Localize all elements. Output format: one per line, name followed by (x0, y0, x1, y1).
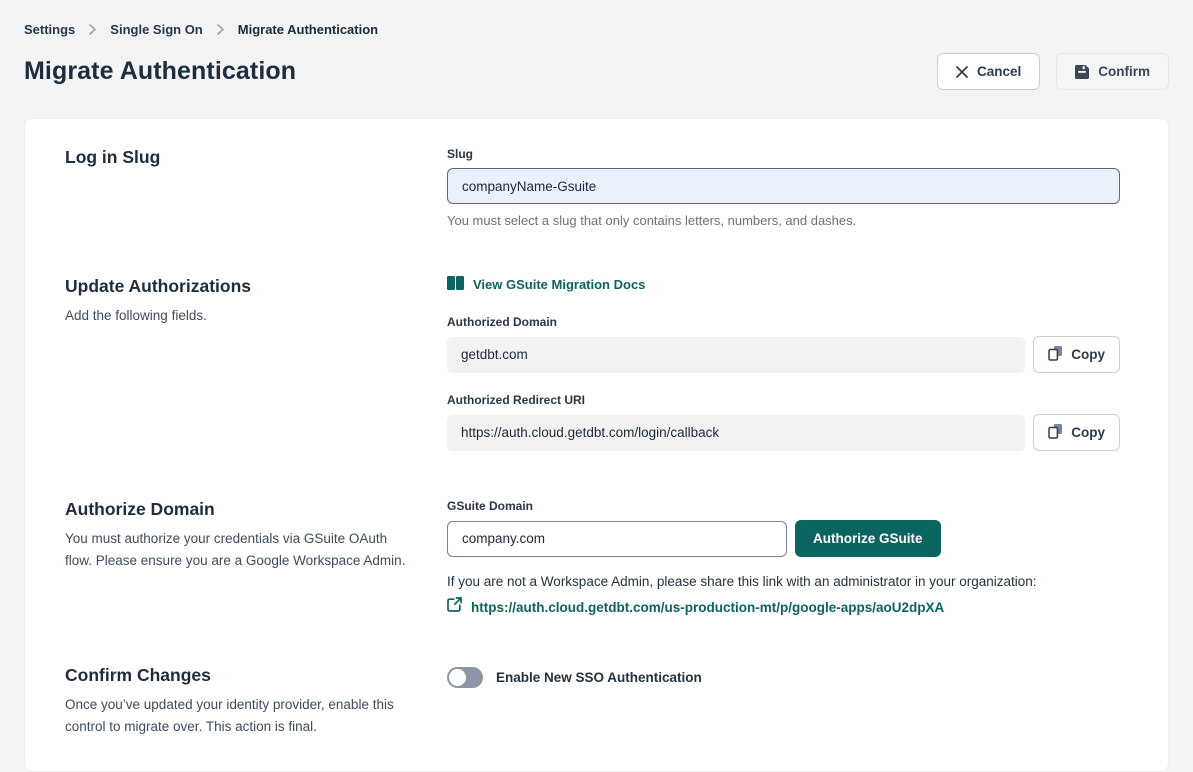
section-subtitle-authorize-domain: You must authorize your credentials via … (65, 528, 410, 571)
slug-label: Slug (447, 147, 1120, 161)
section-login-slug: Log in Slug Slug You must select a slug … (65, 147, 1120, 228)
cancel-button-label: Cancel (977, 64, 1021, 79)
save-icon (1075, 65, 1089, 79)
section-heading-confirm-changes: Confirm Changes (65, 665, 447, 686)
book-icon (447, 276, 464, 293)
breadcrumb-single-sign-on[interactable]: Single Sign On (110, 22, 202, 37)
admin-share-link[interactable]: https://auth.cloud.getdbt.com/us-product… (471, 600, 944, 615)
authorized-redirect-uri-value: https://auth.cloud.getdbt.com/login/call… (447, 415, 1025, 451)
breadcrumb-settings[interactable]: Settings (24, 22, 75, 37)
workspace-admin-note: If you are not a Workspace Admin, please… (447, 574, 1120, 589)
slug-helper-text: You must select a slug that only contain… (447, 213, 1120, 228)
settings-card: Log in Slug Slug You must select a slug … (24, 118, 1169, 772)
header-actions: Cancel Confirm (937, 53, 1169, 90)
page-header: Settings Single Sign On Migrate Authenti… (0, 0, 1193, 90)
section-authorize-domain: Authorize Domain You must authorize your… (65, 499, 1120, 617)
external-link-icon (447, 597, 462, 617)
section-heading-authorize-domain: Authorize Domain (65, 499, 447, 520)
close-icon (956, 66, 968, 78)
chevron-right-icon (217, 24, 224, 35)
breadcrumb: Settings Single Sign On Migrate Authenti… (24, 22, 1169, 37)
toggle-knob (449, 669, 466, 686)
copy-icon (1048, 345, 1063, 364)
confirm-button[interactable]: Confirm (1056, 53, 1169, 90)
copy-button-label: Copy (1071, 425, 1105, 440)
authorize-gsuite-button[interactable]: Authorize GSuite (795, 520, 941, 557)
copy-authorized-domain-button[interactable]: Copy (1033, 336, 1120, 373)
section-heading-login-slug: Log in Slug (65, 147, 447, 168)
section-subtitle-update-authorizations: Add the following fields. (65, 305, 410, 327)
copy-redirect-uri-button[interactable]: Copy (1033, 414, 1120, 451)
confirm-button-label: Confirm (1098, 64, 1150, 79)
gsuite-migration-docs-link[interactable]: View GSuite Migration Docs (447, 276, 645, 293)
section-update-authorizations: Update Authorizations Add the following … (65, 276, 1120, 451)
gsuite-migration-docs-link-label: View GSuite Migration Docs (473, 277, 645, 292)
section-heading-update-authorizations: Update Authorizations (65, 276, 447, 297)
chevron-right-icon (89, 24, 96, 35)
section-subtitle-confirm-changes: Once you’ve updated your identity provid… (65, 694, 410, 737)
copy-icon (1048, 423, 1063, 442)
copy-button-label: Copy (1071, 347, 1105, 362)
gsuite-domain-label: GSuite Domain (447, 499, 1120, 513)
enable-sso-toggle[interactable] (447, 667, 483, 688)
authorized-domain-label: Authorized Domain (447, 315, 1120, 329)
breadcrumb-migrate-authentication: Migrate Authentication (238, 22, 378, 37)
gsuite-domain-input[interactable] (447, 521, 787, 557)
slug-input[interactable] (447, 168, 1120, 204)
authorized-domain-value: getdbt.com (447, 337, 1025, 373)
authorized-redirect-uri-label: Authorized Redirect URI (447, 393, 1120, 407)
cancel-button[interactable]: Cancel (937, 53, 1040, 90)
page-title: Migrate Authentication (24, 57, 296, 86)
enable-sso-toggle-label: Enable New SSO Authentication (496, 670, 702, 685)
section-confirm-changes: Confirm Changes Once you’ve updated your… (65, 665, 1120, 737)
